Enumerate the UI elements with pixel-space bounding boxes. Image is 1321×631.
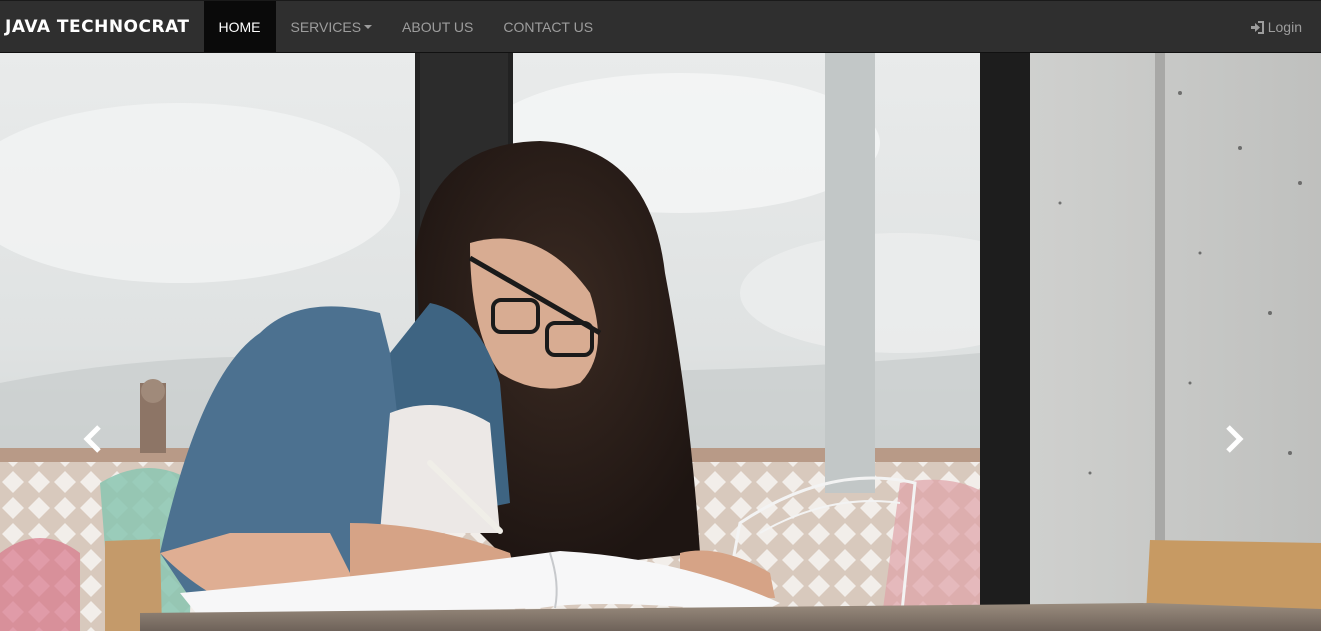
login-label: Login bbox=[1267, 19, 1302, 35]
caret-down-icon bbox=[364, 24, 373, 29]
navbar: JAVA TECHNOCRAT HOME SERVICES ABOUT US C… bbox=[0, 0, 1321, 53]
nav-about-label: ABOUT US bbox=[402, 18, 474, 35]
sign-in-icon bbox=[1250, 20, 1264, 34]
chevron-left-icon bbox=[83, 425, 101, 453]
brand-logo[interactable]: JAVA TECHNOCRAT bbox=[0, 1, 204, 52]
nav-home[interactable]: HOME bbox=[203, 1, 276, 52]
hero-carousel bbox=[0, 53, 1321, 631]
nav-home-label: HOME bbox=[218, 18, 261, 35]
carousel-prev-button[interactable] bbox=[78, 421, 108, 457]
nav-about[interactable]: ABOUT US bbox=[387, 1, 488, 52]
hero-image bbox=[0, 53, 1321, 631]
login-link[interactable]: Login bbox=[1250, 1, 1302, 53]
carousel-next-button[interactable] bbox=[1219, 421, 1249, 457]
nav-contact[interactable]: CONTACT US bbox=[488, 1, 608, 52]
chevron-right-icon bbox=[1226, 425, 1244, 453]
nav-services[interactable]: SERVICES bbox=[276, 1, 388, 52]
nav-contact-label: CONTACT US bbox=[503, 18, 594, 35]
nav-services-label: SERVICES bbox=[290, 18, 362, 35]
main-nav: HOME SERVICES ABOUT US CONTACT US bbox=[203, 1, 609, 52]
